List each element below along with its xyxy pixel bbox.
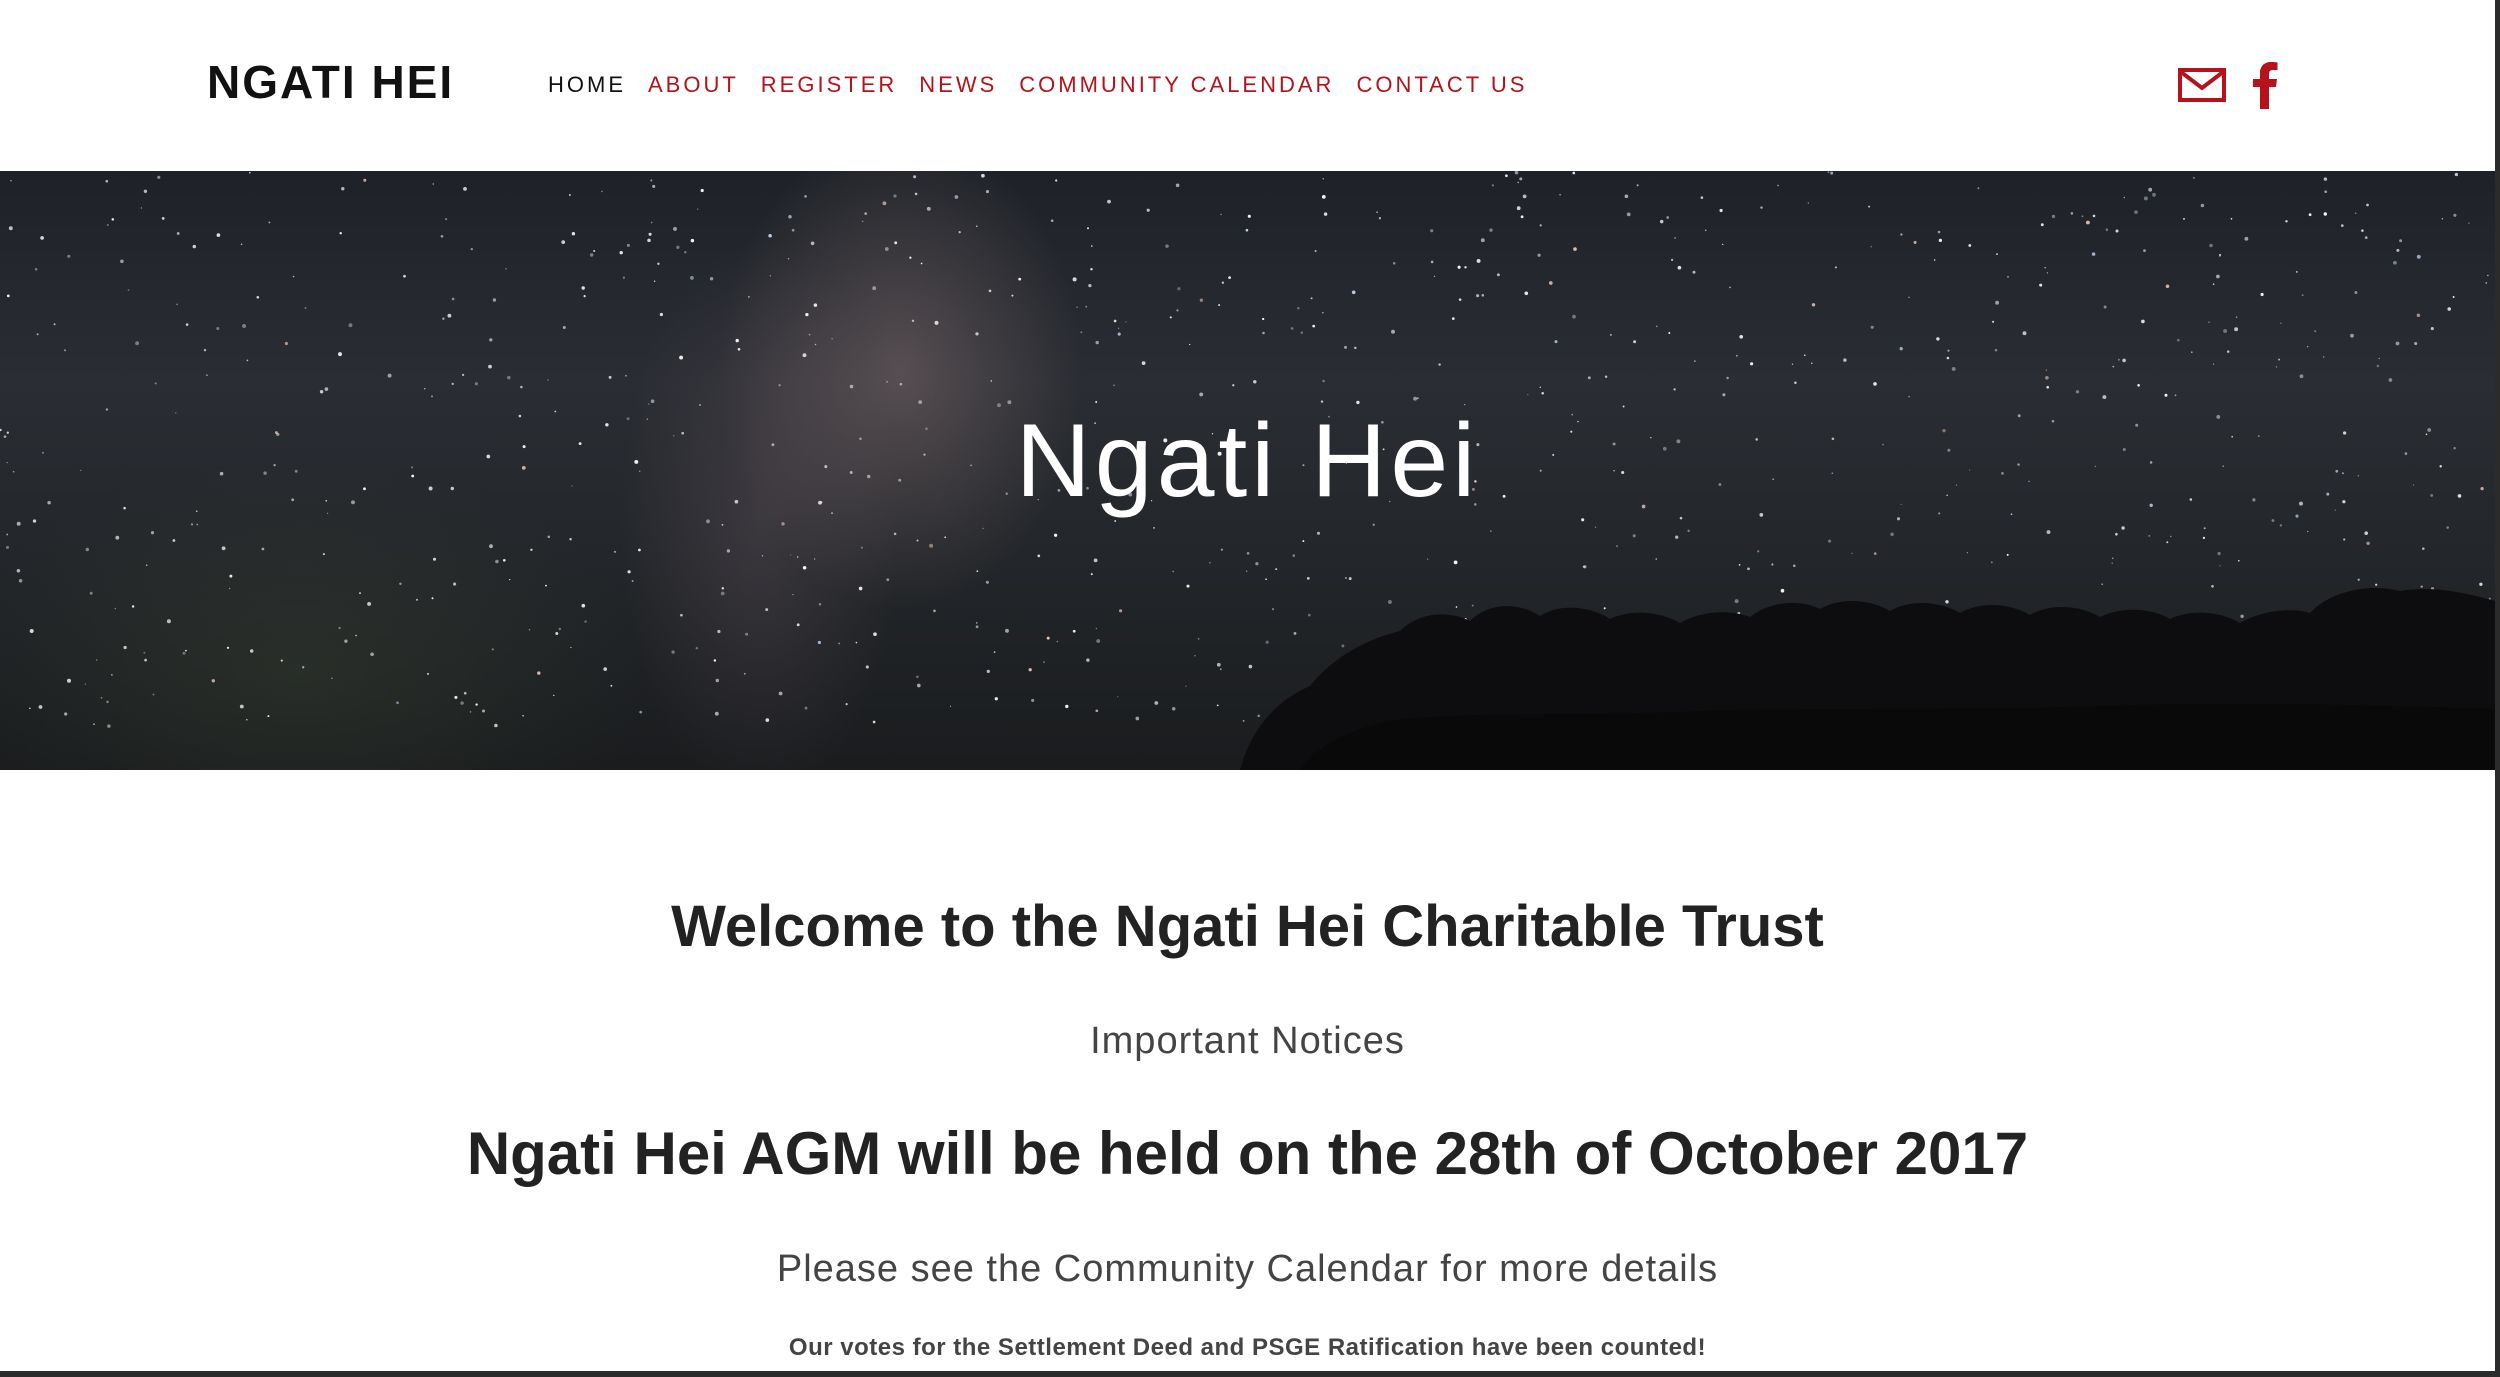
main-nav: HOME ABOUT REGISTER NEWS COMMUNITY CALEN… [548,68,1549,102]
nav-item-news[interactable]: NEWS [919,68,997,102]
page: NGATI HEI HOME ABOUT REGISTER NEWS COMMU… [0,0,2495,1371]
agm-announcement: Ngati Hei AGM will be held on the 28th o… [466,1120,2029,1187]
site-logo[interactable]: NGATI HEI [207,52,454,112]
hero-title: Ngati Hei [1015,403,1480,519]
social-links [2178,60,2278,110]
hero-banner: Ngati Hei [0,171,2495,770]
nav-item-about[interactable]: ABOUT [648,68,739,102]
nav-item-register[interactable]: REGISTER [761,68,897,102]
mail-icon[interactable] [2178,68,2226,102]
calendar-note: Please see the Community Calendar for mo… [776,1248,1719,1290]
facebook-icon[interactable] [2252,61,2278,109]
site-header: NGATI HEI HOME ABOUT REGISTER NEWS COMMU… [0,0,2495,171]
notices-subheading: Important Notices [1090,1020,1405,1062]
nav-item-home[interactable]: HOME [548,68,626,102]
welcome-heading: Welcome to the Ngati Hei Charitable Trus… [671,894,1824,959]
nav-item-community-calendar[interactable]: COMMUNITY CALENDAR [1019,68,1334,102]
votes-notice: Our votes for the Settlement Deed and PS… [788,1334,1707,1361]
nav-item-contact-us[interactable]: CONTACT US [1356,68,1527,102]
